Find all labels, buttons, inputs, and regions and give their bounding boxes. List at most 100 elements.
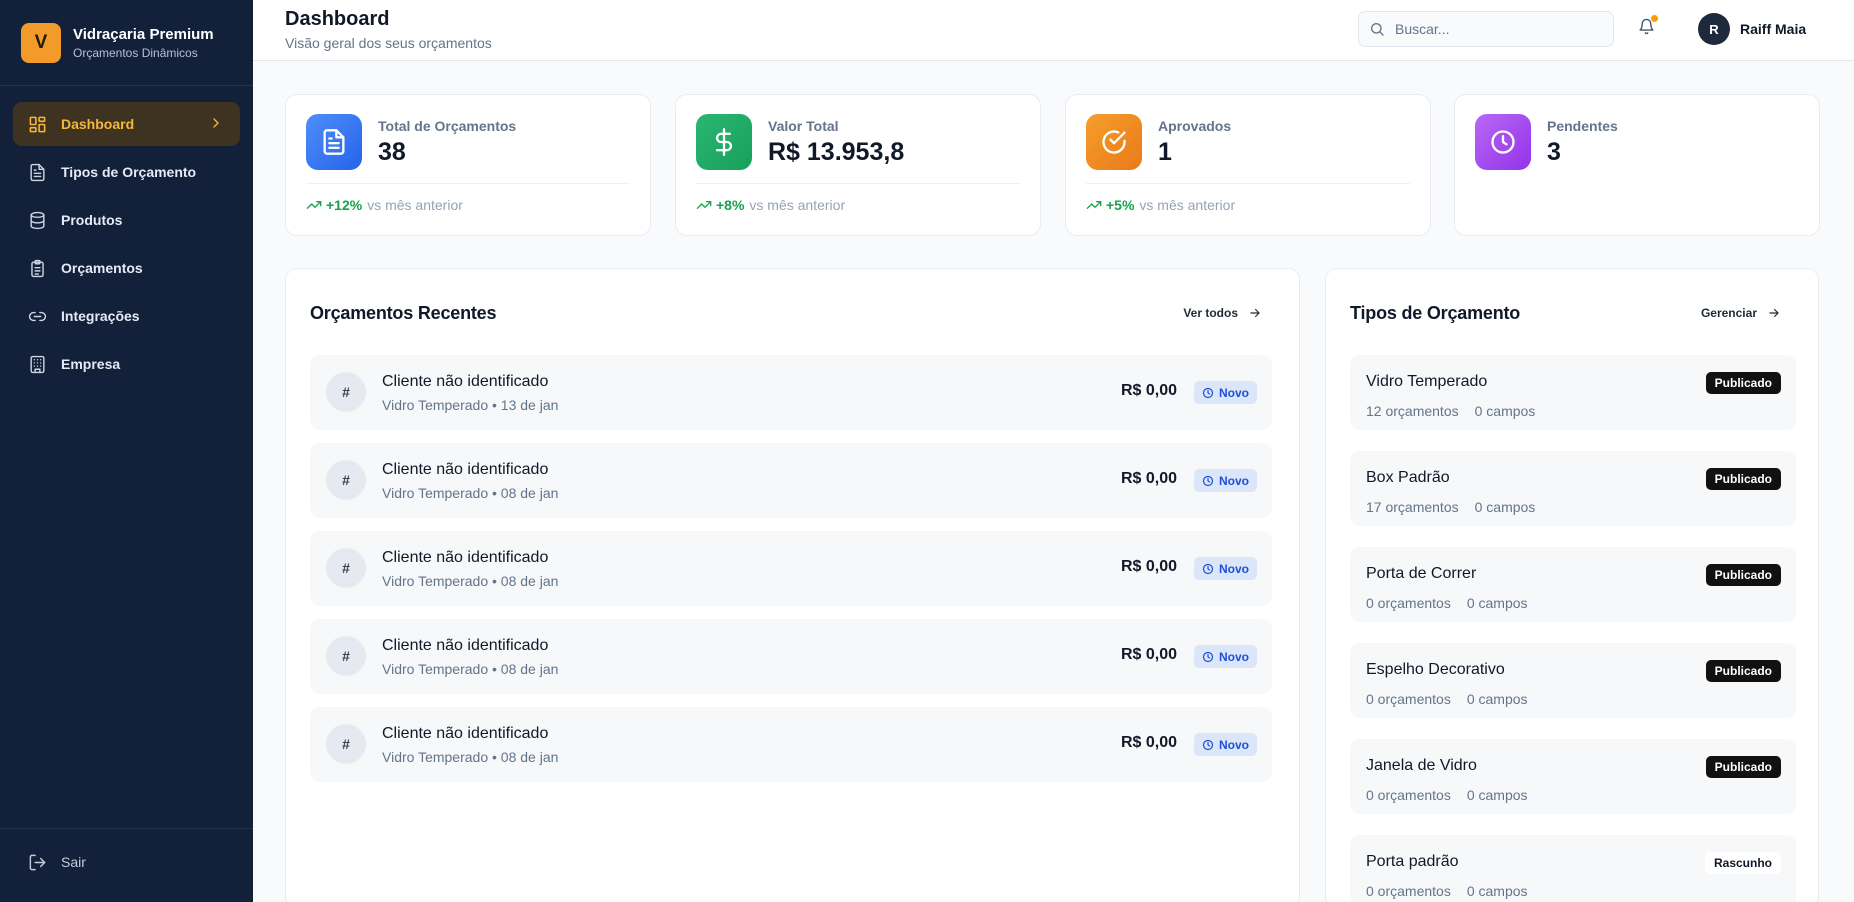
status-badge: Novo bbox=[1194, 469, 1257, 492]
brand-logo: V bbox=[21, 22, 61, 63]
sidebar-item-label: Tipos de Orçamento bbox=[61, 164, 197, 180]
search-input[interactable] bbox=[1395, 21, 1595, 37]
clock-icon bbox=[1202, 651, 1214, 662]
user-menu[interactable]: R Raiff Maia bbox=[1698, 13, 1806, 45]
status-label: Novo bbox=[1219, 649, 1249, 664]
trending-up-icon bbox=[696, 201, 712, 209]
quote-list-item[interactable]: # Cliente não identificado Vidro Tempera… bbox=[310, 443, 1272, 518]
arrow-right-icon bbox=[1769, 308, 1779, 318]
status-badge: Novo bbox=[1194, 381, 1257, 404]
budget-type-count: 0 orçamentos bbox=[1366, 787, 1451, 803]
quote-meta: Vidro Temperado • 08 de jan bbox=[382, 485, 559, 501]
dashboard-grid-icon bbox=[29, 116, 46, 132]
quote-client: Cliente não identificado bbox=[382, 373, 549, 390]
clock-icon bbox=[1202, 475, 1214, 486]
budget-type-fields: 0 campos bbox=[1474, 499, 1536, 515]
sidebar-item-label: Integrações bbox=[61, 308, 140, 324]
quote-client: Cliente não identificado bbox=[382, 637, 549, 654]
quote-list-item[interactable]: # Cliente não identificado Vidro Tempera… bbox=[310, 707, 1272, 782]
stat-value: 3 bbox=[1547, 138, 1561, 166]
link-icon bbox=[28, 311, 47, 321]
sidebar: V Vidraçaria Premium Orçamentos Dinâmico… bbox=[0, 0, 253, 902]
budget-type-count: 0 orçamentos bbox=[1366, 595, 1451, 611]
sidebar-item-tipos-de-orcamento[interactable]: Tipos de Orçamento bbox=[13, 150, 240, 194]
status-badge: Novo bbox=[1194, 645, 1257, 668]
budget-type-name: Espelho Decorativo bbox=[1366, 661, 1505, 678]
stat-card-pendentes: Pendentes 3 bbox=[1454, 94, 1820, 236]
status-badge: Rascunho bbox=[1704, 852, 1781, 874]
quote-hash-avatar: # bbox=[326, 724, 366, 764]
stat-trend: +5% vs mês anterior bbox=[1086, 197, 1235, 213]
search-icon bbox=[1371, 23, 1384, 36]
search-box[interactable] bbox=[1358, 11, 1614, 47]
budget-type-item[interactable]: Janela de Vidro 0 orçamentos 0 campos Pub… bbox=[1350, 739, 1796, 814]
status-label: Novo bbox=[1219, 737, 1249, 752]
budget-type-item[interactable]: Espelho Decorativo 0 orçamentos 0 campos … bbox=[1350, 643, 1796, 718]
sidebar-nav: Dashboard Tipos de Orçamento Produtos Or… bbox=[0, 86, 253, 386]
notifications-button[interactable] bbox=[1638, 15, 1658, 38]
arrow-right-icon bbox=[1250, 308, 1260, 318]
quote-amount: R$ 0,00 bbox=[1120, 558, 1177, 575]
quote-hash-avatar: # bbox=[326, 636, 366, 676]
quote-list-item[interactable]: # Cliente não identificado Vidro Tempera… bbox=[310, 619, 1272, 694]
check-circle-icon bbox=[1086, 114, 1142, 170]
building-icon bbox=[30, 355, 45, 373]
budget-type-name: Porta padrão bbox=[1366, 853, 1459, 870]
stat-card-total-orcamentos: Total de Orçamentos 38 +12% vs mês anter… bbox=[285, 94, 651, 236]
quote-client: Cliente não identificado bbox=[382, 461, 549, 478]
panel-title: Tipos de Orçamento bbox=[1350, 303, 1521, 323]
quote-amount: R$ 0,00 bbox=[1120, 734, 1177, 751]
sidebar-item-dashboard[interactable]: Dashboard bbox=[13, 102, 240, 146]
logout-icon bbox=[29, 854, 46, 870]
stat-label: Aprovados bbox=[1158, 118, 1232, 134]
clipboard-icon bbox=[31, 259, 44, 277]
sidebar-item-integracoes[interactable]: Integrações bbox=[13, 294, 240, 338]
gerenciar-link[interactable]: Gerenciar bbox=[1701, 306, 1781, 320]
quote-list-item[interactable]: # Cliente não identificado Vidro Tempera… bbox=[310, 531, 1272, 606]
clock-icon bbox=[1475, 114, 1531, 170]
sidebar-item-empresa[interactable]: Empresa bbox=[13, 342, 240, 386]
database-icon bbox=[30, 211, 45, 229]
quote-hash-avatar: # bbox=[326, 372, 366, 412]
trending-up-icon bbox=[306, 201, 322, 209]
budget-type-count: 12 orçamentos bbox=[1366, 403, 1459, 419]
quote-meta: Vidro Temperado • 08 de jan bbox=[382, 661, 559, 677]
page-subtitle: Visão geral dos seus orçamentos bbox=[285, 35, 492, 51]
notification-dot bbox=[1651, 15, 1658, 22]
link-label: Gerenciar bbox=[1700, 306, 1757, 320]
ver-todos-link[interactable]: Ver todos bbox=[1183, 306, 1262, 320]
page-title: Dashboard bbox=[285, 8, 390, 30]
budget-type-name: Vidro Temperado bbox=[1366, 373, 1488, 390]
clock-icon bbox=[1202, 739, 1214, 750]
logout-button[interactable]: Sair bbox=[13, 840, 240, 884]
sidebar-item-produtos[interactable]: Produtos bbox=[13, 198, 240, 242]
status-label: Novo bbox=[1219, 385, 1249, 400]
budget-type-fields: 0 campos bbox=[1466, 787, 1528, 803]
stat-value: R$ 13.953,8 bbox=[768, 138, 905, 166]
stat-card-valor-total: Valor Total R$ 13.953,8 +8% vs mês anter… bbox=[675, 94, 1041, 236]
stat-label: Pendentes bbox=[1547, 118, 1618, 134]
status-badge: Publicado bbox=[1705, 756, 1781, 778]
link-label: Ver todos bbox=[1183, 306, 1238, 320]
sidebar-item-orcamentos[interactable]: Orçamentos bbox=[13, 246, 240, 290]
quote-hash-avatar: # bbox=[326, 460, 366, 500]
quote-client: Cliente não identificado bbox=[382, 549, 549, 566]
document-icon bbox=[30, 163, 45, 181]
quote-amount: R$ 0,00 bbox=[1120, 382, 1177, 399]
stat-label: Valor Total bbox=[768, 118, 839, 134]
budget-type-fields: 0 campos bbox=[1466, 691, 1528, 707]
stat-card-aprovados: Aprovados 1 +5% vs mês anterior bbox=[1065, 94, 1431, 236]
brand-name: Vidraçaria Premium bbox=[73, 25, 214, 43]
quote-amount: R$ 0,00 bbox=[1120, 470, 1177, 487]
quote-meta: Vidro Temperado • 08 de jan bbox=[382, 749, 559, 765]
budget-type-item[interactable]: Box Padrão 17 orçamentos 0 campos Publica… bbox=[1350, 451, 1796, 526]
brand: V Vidraçaria Premium Orçamentos Dinâmico… bbox=[0, 0, 253, 86]
budget-type-item[interactable]: Porta padrão 0 orçamentos 0 campos Rascun… bbox=[1350, 835, 1796, 902]
status-badge: Publicado bbox=[1705, 468, 1781, 490]
budget-type-item[interactable]: Vidro Temperado 12 orçamentos 0 campos Pu… bbox=[1350, 355, 1796, 430]
budget-type-item[interactable]: Porta de Correr 0 orçamentos 0 campos Pub… bbox=[1350, 547, 1796, 622]
quote-meta: Vidro Temperado • 08 de jan bbox=[382, 573, 559, 589]
stat-trend: +8% vs mês anterior bbox=[696, 197, 845, 213]
dollar-icon bbox=[696, 114, 752, 170]
quote-list-item[interactable]: # Cliente não identificado Vidro Tempera… bbox=[310, 355, 1272, 430]
